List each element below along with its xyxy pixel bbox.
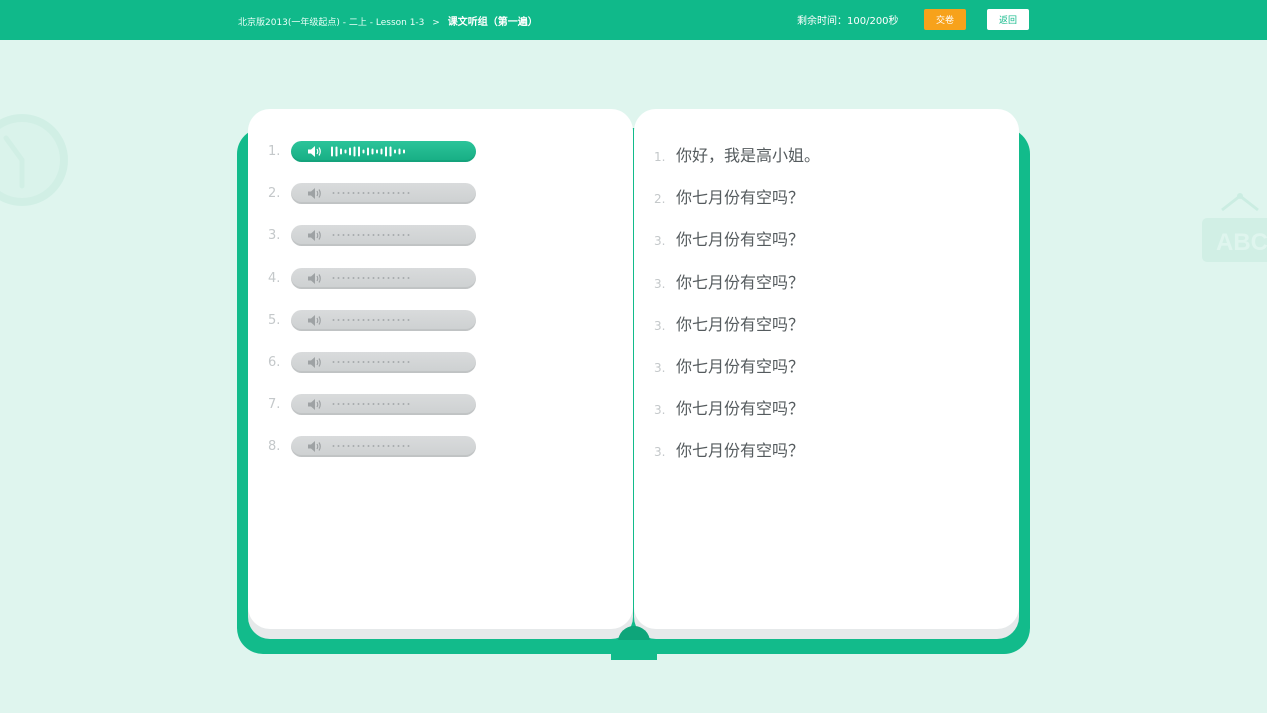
sentence-number: 3. — [654, 318, 666, 333]
sentence-item[interactable]: 1. 你好，我是高小姐。 — [654, 142, 821, 165]
sentence-text: 你七月份有空吗？ — [676, 188, 805, 208]
audio-item-number: 2. — [268, 186, 281, 202]
top-bar: 北京版2013(一年级起点) - 二上 - Lesson 1-3 > 课文听组（… — [0, 0, 1267, 40]
breadcrumb-path[interactable]: 北京版2013(一年级起点) - 二上 - Lesson 1-3 — [238, 18, 424, 28]
waveform-placeholder — [331, 274, 411, 281]
speaker-icon — [308, 399, 321, 411]
sentence-number: 1. — [654, 150, 666, 164]
speaker-icon — [308, 188, 321, 200]
remaining-time: 剩余时间：100/200秒 — [797, 16, 899, 27]
audio-play-button[interactable] — [291, 352, 476, 373]
waveform-placeholder — [331, 443, 411, 450]
speaker-icon — [308, 272, 321, 284]
audio-item-number: 1. — [268, 144, 281, 159]
sentence-number: 3. — [654, 276, 666, 291]
clock-decoration-icon — [0, 114, 68, 206]
speaker-icon — [308, 230, 321, 242]
submit-button[interactable]: 交卷 — [924, 9, 966, 30]
sentence-number: 2. — [654, 192, 666, 207]
speaker-icon — [308, 314, 321, 326]
sentence-item[interactable]: 3. 你七月份有空吗？ — [654, 437, 805, 461]
audio-item: 5. — [268, 309, 488, 332]
sentence-number: 3. — [654, 361, 666, 375]
audio-item: 8. — [268, 436, 488, 458]
waveform-placeholder — [331, 359, 411, 365]
sentence-text: 你七月份有空吗？ — [676, 399, 805, 419]
audio-item: 6. — [268, 352, 488, 374]
audio-item: 1. — [268, 141, 488, 163]
breadcrumb-current: 课文听组（第一遍） — [447, 17, 538, 28]
audio-item-number: 7. — [268, 397, 281, 413]
back-button[interactable]: 返回 — [987, 9, 1029, 30]
sentence-item[interactable]: 3. 你七月份有空吗？ — [654, 269, 805, 292]
audio-item: 3. — [268, 225, 488, 247]
breadcrumb-separator: > — [432, 18, 440, 28]
breadcrumb: 北京版2013(一年级起点) - 二上 - Lesson 1-3 > 课文听组（… — [238, 13, 538, 28]
speaker-icon — [308, 357, 321, 368]
audio-item: 7. — [268, 394, 488, 416]
sentence-text: 你七月份有空吗？ — [676, 272, 805, 292]
audio-item-number: 3. — [268, 228, 281, 244]
waveform-placeholder — [331, 190, 411, 197]
sentence-item[interactable]: 3. 你七月份有空吗？ — [654, 395, 805, 419]
audio-play-button[interactable] — [291, 394, 476, 416]
audio-item: 4. — [268, 267, 488, 290]
sentence-text: 你七月份有空吗？ — [676, 314, 805, 334]
sentence-number: 3. — [654, 234, 666, 249]
sentence-text: 你七月份有空吗？ — [676, 230, 805, 250]
waveform-placeholder — [331, 401, 411, 408]
audio-item: 2. — [268, 183, 488, 205]
abc-label: ABC — [1216, 229, 1267, 256]
sentence-item[interactable]: 2. 你七月份有空吗？ — [654, 184, 805, 208]
audio-item-number: 5. — [268, 312, 281, 328]
audio-play-button[interactable] — [291, 225, 476, 247]
sentence-number: 3. — [654, 403, 666, 418]
audio-play-button[interactable] — [291, 267, 476, 289]
waveform-icon — [331, 146, 405, 157]
sentence-text: 你七月份有空吗？ — [676, 357, 805, 376]
audio-item-number: 8. — [268, 439, 281, 455]
audio-item-number: 4. — [268, 270, 281, 286]
audio-item-number: 6. — [268, 355, 281, 370]
sentence-text: 你好，我是高小姐。 — [676, 146, 821, 165]
audio-play-button[interactable] — [291, 436, 476, 458]
speaker-icon — [308, 146, 321, 157]
sentence-text: 你七月份有空吗？ — [676, 441, 805, 461]
sentence-item[interactable]: 3. 你七月份有空吗？ — [654, 353, 805, 376]
audio-play-button[interactable] — [291, 141, 476, 162]
audio-play-button[interactable] — [291, 309, 476, 331]
abc-board-decoration-icon: ABC — [1202, 193, 1267, 262]
waveform-placeholder — [331, 316, 411, 323]
speaker-icon — [308, 441, 321, 453]
waveform-placeholder — [331, 232, 411, 239]
audio-play-button[interactable] — [291, 183, 476, 205]
sentence-item[interactable]: 3. 你七月份有空吗？ — [654, 226, 805, 250]
sentence-number: 3. — [654, 445, 666, 460]
sentence-item[interactable]: 3. 你七月份有空吗？ — [654, 311, 805, 334]
spine-cover — [611, 640, 657, 660]
